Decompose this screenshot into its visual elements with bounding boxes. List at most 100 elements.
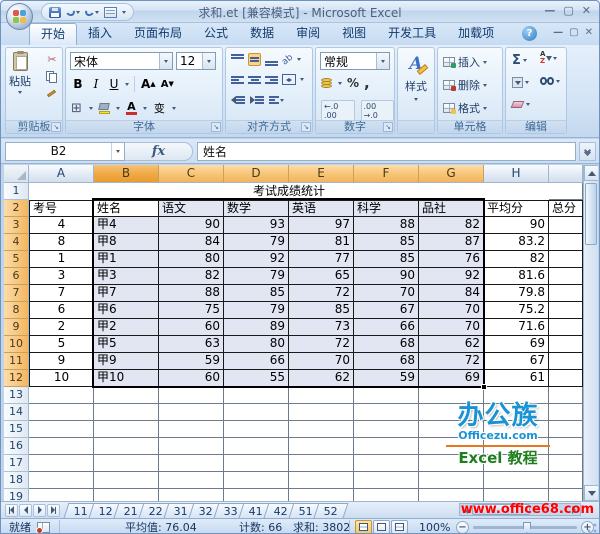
restore-button[interactable]: ▢ (563, 4, 573, 18)
cell-D2[interactable]: 数学 (224, 200, 289, 217)
cell-I9[interactable] (549, 319, 583, 336)
cell-C9[interactable]: 60 (159, 319, 224, 336)
cell-H14[interactable] (484, 404, 549, 421)
name-box-dropdown[interactable] (111, 142, 124, 160)
cell-B5[interactable]: 甲1 (94, 251, 159, 268)
cell-I14[interactable] (549, 404, 583, 421)
ribbon-tab-插入[interactable]: 插入 (77, 23, 123, 45)
cell-G13[interactable] (419, 387, 484, 404)
ribbon-tab-数据[interactable]: 数据 (239, 23, 285, 45)
cell-C12[interactable]: 60 (159, 370, 224, 387)
cell-E7[interactable]: 72 (289, 285, 354, 302)
page-layout-view-button[interactable] (373, 520, 390, 533)
fill-button[interactable] (512, 77, 529, 88)
cell-I12[interactable] (549, 370, 583, 387)
row-header-12[interactable]: 12 (4, 370, 29, 387)
ribbon-tab-开始[interactable]: 开始 (29, 23, 78, 45)
cell-F6[interactable]: 90 (354, 268, 419, 285)
row-header-3[interactable]: 3 (4, 217, 29, 234)
cell-G12[interactable]: 69 (419, 370, 484, 387)
orientation-button[interactable]: ab (280, 52, 295, 67)
clipboard-dialog-launcher[interactable]: ↘ (51, 122, 61, 132)
cell-H3[interactable]: 90 (484, 217, 549, 234)
cell-E10[interactable]: 72 (289, 336, 354, 353)
row-header-17[interactable]: 17 (4, 455, 29, 472)
scroll-down-button[interactable] (584, 485, 598, 501)
cell-E18[interactable] (289, 472, 354, 489)
insert-function-button[interactable]: fx (125, 141, 193, 161)
cell-A11[interactable]: 9 (29, 353, 94, 370)
cell-A18[interactable] (29, 472, 94, 489)
cell-D15[interactable] (224, 421, 289, 438)
cell-B10[interactable]: 甲5 (94, 336, 159, 353)
cell-G14[interactable] (419, 404, 484, 421)
row-header-18[interactable]: 18 (4, 472, 29, 489)
cell-H10[interactable]: 69 (484, 336, 549, 353)
align-bottom-button[interactable] (265, 54, 278, 66)
cell-E11[interactable]: 70 (289, 353, 354, 370)
cell-A10[interactable]: 5 (29, 336, 94, 353)
cell-E3[interactable]: 97 (289, 217, 354, 234)
fill-color-dropdown[interactable] (115, 106, 120, 110)
cell-C7[interactable]: 88 (159, 285, 224, 302)
cell-A7[interactable]: 7 (29, 285, 94, 302)
cell-G15[interactable] (419, 421, 484, 438)
ribbon-tab-开发工具[interactable]: 开发工具 (377, 23, 447, 45)
merge-dropdown[interactable] (300, 78, 304, 81)
cell-E9[interactable]: 73 (289, 319, 354, 336)
cell-C8[interactable]: 75 (159, 302, 224, 319)
cell-G7[interactable]: 84 (419, 285, 484, 302)
cell-I4[interactable] (549, 234, 583, 251)
cell-H13[interactable] (484, 387, 549, 404)
decrease-decimal-button[interactable]: .00 →.0 (360, 100, 394, 122)
cell-C2[interactable]: 语文 (159, 200, 224, 217)
cell-D5[interactable]: 92 (224, 251, 289, 268)
last-sheet-button[interactable] (47, 503, 60, 517)
cell-I7[interactable] (549, 285, 583, 302)
autosum-button[interactable]: Σ (512, 53, 527, 68)
cell-H6[interactable]: 81.6 (484, 268, 549, 285)
cell-F15[interactable] (354, 421, 419, 438)
column-header-H[interactable]: H (484, 165, 549, 183)
row-header-1[interactable]: 1 (4, 183, 29, 200)
row-header-7[interactable]: 7 (4, 285, 29, 302)
number-dialog-launcher[interactable]: ↘ (383, 122, 393, 132)
clear-button[interactable] (510, 101, 530, 108)
cell-G8[interactable]: 70 (419, 302, 484, 319)
copy-button[interactable] (46, 71, 58, 83)
cell-H17[interactable] (484, 455, 549, 472)
next-sheet-button[interactable] (33, 503, 46, 517)
row-header-11[interactable]: 11 (4, 353, 29, 370)
delete-cells-button[interactable]: 删除 (443, 77, 487, 93)
cell-H12[interactable]: 61 (484, 370, 549, 387)
cell-E8[interactable]: 85 (289, 302, 354, 319)
cell-F2[interactable]: 科学 (354, 200, 419, 217)
sort-filter-button[interactable]: AZ (540, 51, 558, 65)
borders-dropdown[interactable] (88, 106, 93, 110)
row-header-5[interactable]: 5 (4, 251, 29, 268)
cell-G17[interactable] (419, 455, 484, 472)
ribbon-tab-公式[interactable]: 公式 (193, 23, 239, 45)
cell-F11[interactable]: 68 (354, 353, 419, 370)
cell-D3[interactable]: 93 (224, 217, 289, 234)
cell-E15[interactable] (289, 421, 354, 438)
cell-I15[interactable] (549, 421, 583, 438)
cell-D12[interactable]: 55 (224, 370, 289, 387)
cell-E6[interactable]: 65 (289, 268, 354, 285)
workbook-restore-button[interactable]: ▢ (569, 27, 578, 38)
wrap-text-button[interactable] (269, 96, 284, 104)
cell-I8[interactable] (549, 302, 583, 319)
number-format-select[interactable]: 常规 (320, 52, 390, 70)
cell-E19[interactable] (289, 489, 354, 501)
cell-F7[interactable]: 70 (354, 285, 419, 302)
align-right-button[interactable] (265, 75, 278, 84)
cell-B7[interactable]: 甲7 (94, 285, 159, 302)
cell-G16[interactable] (419, 438, 484, 455)
cell-F4[interactable]: 85 (354, 234, 419, 251)
ribbon-tab-审阅[interactable]: 审阅 (285, 23, 331, 45)
cell-B4[interactable]: 甲8 (94, 234, 159, 251)
align-left-button[interactable] (231, 75, 244, 84)
cell-G2[interactable]: 品社 (419, 200, 484, 217)
grow-font-button[interactable]: A ▲ (140, 76, 157, 92)
cell-B15[interactable] (94, 421, 159, 438)
